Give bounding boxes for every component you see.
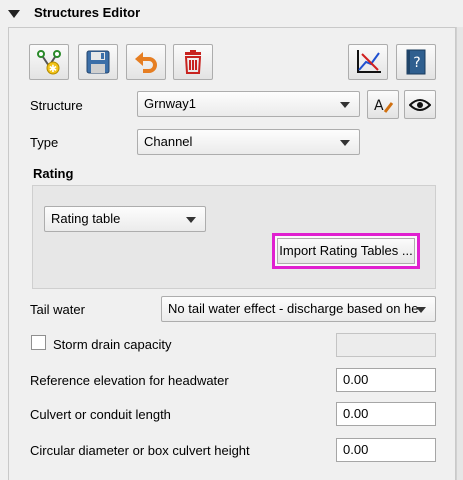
tail-water-label: Tail water <box>30 302 85 317</box>
type-label: Type <box>30 135 59 150</box>
rename-structure-button[interactable]: A <box>367 90 399 119</box>
diameter-field[interactable]: 0.00 <box>336 438 436 462</box>
structure-select[interactable]: Grnway1 <box>137 91 360 117</box>
tail-water-select[interactable]: No tail water effect - discharge based o… <box>161 296 436 322</box>
storm-drain-checkbox[interactable] <box>31 335 46 350</box>
storm-drain-label: Storm drain capacity <box>53 337 172 352</box>
culvert-length-field[interactable]: 0.00 <box>336 402 436 426</box>
import-rating-tables-label: Import Rating Tables ... <box>277 238 415 264</box>
delete-icon <box>184 50 202 74</box>
save-button[interactable] <box>78 44 118 80</box>
save-icon <box>86 50 110 74</box>
rating-heading: Rating <box>33 166 74 181</box>
help-icon: ? <box>406 49 426 75</box>
diameter-label: Circular diameter or box culvert height <box>30 443 250 458</box>
chevron-down-icon <box>340 102 350 108</box>
chevron-down-icon <box>186 217 196 223</box>
culvert-length-label: Culvert or conduit length <box>30 407 171 422</box>
type-value: Channel <box>144 134 193 149</box>
import-rating-tables-button[interactable]: Import Rating Tables ... <box>272 233 420 269</box>
undo-button[interactable] <box>126 44 166 80</box>
chevron-down-icon <box>340 140 350 146</box>
rename-icon: A <box>374 98 394 114</box>
reference-elevation-label: Reference elevation for headwater <box>30 373 229 388</box>
reference-elevation-field[interactable]: 0.00 <box>336 368 436 392</box>
tail-water-value: No tail water effect - discharge based o… <box>168 301 419 316</box>
svg-text:✱: ✱ <box>49 64 57 75</box>
svg-text:?: ? <box>413 55 420 71</box>
eye-icon <box>409 98 431 111</box>
plot-button[interactable] <box>348 44 388 80</box>
add-structure-icon: ✱ <box>37 50 61 75</box>
plot-icon <box>357 50 381 73</box>
structure-value: Grnway1 <box>144 96 197 111</box>
structure-label: Structure <box>30 98 83 113</box>
view-structure-button[interactable] <box>404 90 436 119</box>
chevron-down-icon <box>416 307 426 313</box>
type-select[interactable]: Channel <box>137 129 360 155</box>
rating-mode-value: Rating table <box>51 211 121 226</box>
panel-title: Structures Editor <box>34 5 141 20</box>
storm-drain-field[interactable] <box>336 333 436 357</box>
add-structure-button[interactable]: ✱ <box>29 44 69 80</box>
collapse-arrow-icon[interactable] <box>8 10 20 18</box>
undo-icon <box>135 52 157 73</box>
delete-button[interactable] <box>173 44 213 80</box>
rating-mode-select[interactable]: Rating table <box>44 206 206 232</box>
help-button[interactable]: ? <box>396 44 436 80</box>
svg-text:A: A <box>374 98 384 114</box>
scrollbar[interactable] <box>456 27 463 480</box>
